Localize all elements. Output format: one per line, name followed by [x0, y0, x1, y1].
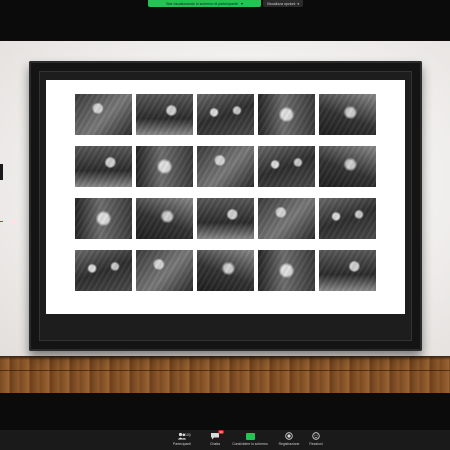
shared-screen	[0, 41, 450, 393]
chevron-up-icon[interactable]: ^	[189, 435, 190, 439]
gallery-photo	[75, 198, 132, 239]
chat-label: Chatta	[210, 442, 220, 446]
share-screen-button[interactable]: Condividere lo schermo	[230, 432, 270, 449]
record-icon	[284, 432, 294, 440]
gallery-photo	[197, 146, 254, 187]
gallery-photo	[136, 198, 193, 239]
gallery-photo	[258, 250, 315, 291]
gallery-photo	[197, 94, 254, 135]
gallery-photo	[258, 146, 315, 187]
chevron-down-icon[interactable]: ▾	[241, 1, 243, 6]
picture-frame	[29, 61, 422, 351]
view-options-button[interactable]: Visualizza opzioni ▾	[263, 0, 303, 7]
side-panel-handle[interactable]	[0, 164, 3, 180]
meeting-window: Stai visualizzando lo schermo di parteci…	[0, 0, 450, 450]
share-arrow-icon	[245, 432, 255, 440]
meeting-toolbar: 100 ^ Partecipanti 99 Chatta Condividere…	[0, 430, 450, 450]
gallery-photo	[319, 94, 376, 135]
gallery-photo	[75, 146, 132, 187]
gallery-photo	[258, 94, 315, 135]
reactions-icon	[311, 432, 321, 440]
gallery-photo	[319, 250, 376, 291]
reactions-label: Reazioni	[309, 442, 323, 446]
gallery-photo	[197, 198, 254, 239]
gallery-photo	[197, 250, 254, 291]
chat-button[interactable]: 99 Chatta	[195, 430, 235, 449]
gallery-photo	[75, 94, 132, 135]
decorative-mark	[0, 221, 3, 222]
participants-icon: 100	[177, 432, 191, 440]
view-options-label: Visualizza opzioni	[266, 1, 296, 6]
participants-label: Partecipanti	[173, 442, 191, 446]
gallery-photo	[319, 146, 376, 187]
gallery-photo	[136, 146, 193, 187]
reactions-button[interactable]: Reazioni	[296, 432, 336, 449]
chat-icon: 99	[210, 430, 224, 440]
frame-mat	[46, 80, 405, 314]
screen-share-status: Stai visualizzando lo schermo di parteci…	[166, 1, 238, 6]
gallery-photo	[258, 198, 315, 239]
gallery-photo	[319, 198, 376, 239]
wooden-floor	[0, 356, 450, 393]
gallery-photo	[136, 250, 193, 291]
share-screen-icon	[245, 432, 255, 440]
gallery-photo	[136, 94, 193, 135]
screen-share-banner[interactable]: Stai visualizzando lo schermo di parteci…	[148, 0, 261, 7]
share-screen-label: Condividere lo schermo	[232, 442, 268, 446]
gallery-photo	[75, 250, 132, 291]
chevron-down-icon: ▾	[297, 1, 300, 6]
photo-grid	[75, 94, 376, 291]
chat-badge: 99	[218, 430, 224, 434]
